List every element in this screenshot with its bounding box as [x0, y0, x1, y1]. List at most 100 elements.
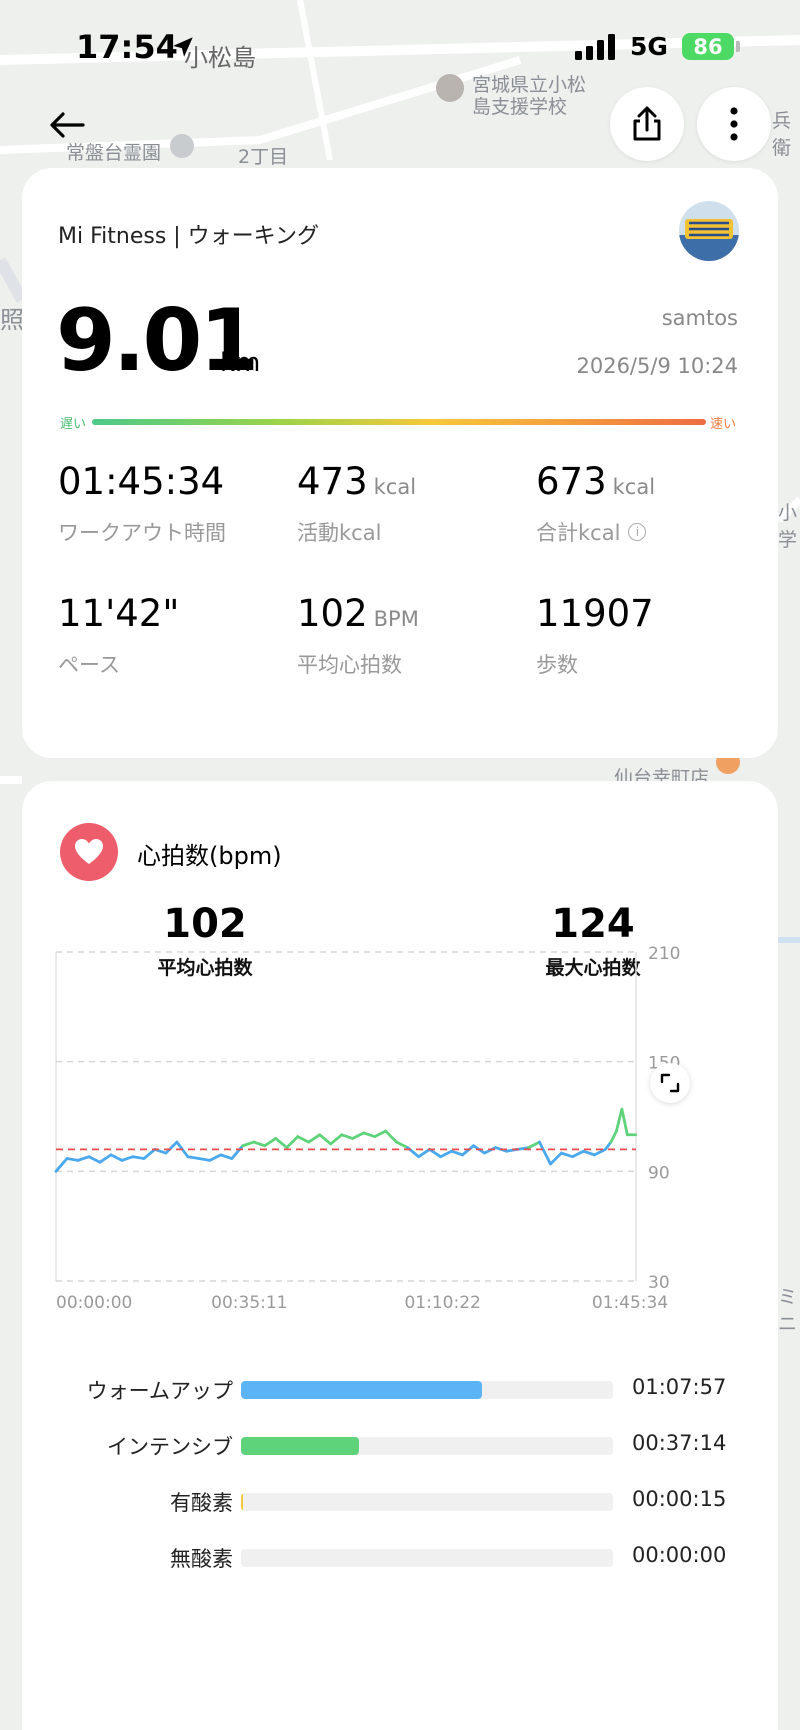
map-label: 兵衛: [772, 110, 792, 159]
back-button[interactable]: [42, 100, 92, 150]
heart-rate-line-segment: [131, 1155, 146, 1160]
expand-icon: [660, 1073, 680, 1093]
heart-rate-line-segment: [549, 1151, 563, 1166]
stat-value: 673: [536, 460, 607, 503]
more-vertical-icon: [730, 107, 738, 141]
zone-label: インテンシブ: [107, 1435, 233, 1459]
zone-track: [241, 1549, 613, 1567]
more-options-button[interactable]: [697, 87, 771, 161]
stat-value-row: 102 BPM: [297, 592, 419, 635]
heart-rate-line-segment: [329, 1133, 344, 1146]
zone-time: 01:07:57: [632, 1375, 727, 1399]
arrow-left-icon: [50, 112, 85, 138]
avatar-image: [679, 201, 739, 261]
heart-rate-line-segment: [318, 1133, 333, 1146]
heart-rate-line-segment: [582, 1149, 596, 1157]
heart-rate-line-segment: [620, 1107, 629, 1137]
y-tick-label: 90: [648, 1163, 670, 1183]
heart-rate-line-segment: [461, 1144, 475, 1157]
stat-unit: kcal: [373, 475, 417, 499]
heart-rate-chart[interactable]: 210150903000:00:0000:35:1101:10:2201:45:…: [22, 781, 778, 1401]
heart-rate-line-segment: [109, 1153, 124, 1162]
stat-label: 歩数: [536, 653, 578, 677]
stat-value-row: 673 kcal: [536, 460, 655, 503]
zone-fill: [241, 1437, 360, 1455]
heart-rate-line-segment: [230, 1144, 245, 1160]
stat-value: 473: [297, 460, 368, 503]
zone-track: [241, 1381, 613, 1399]
y-tick-label: 210: [648, 944, 680, 964]
stat-label: 活動kcal: [297, 521, 382, 545]
heart-rate-line-segment: [373, 1129, 388, 1139]
share-icon: [633, 106, 661, 141]
stat-total-kcal: 673 kcal 合計kcal i: [536, 460, 655, 547]
zone-label: ウォームアップ: [86, 1379, 233, 1403]
stat-value-row: 01:45:34: [58, 460, 226, 503]
heart-rate-line-segment: [219, 1153, 234, 1160]
zone-track: [241, 1493, 613, 1511]
heart-rate-line-segment: [263, 1137, 278, 1148]
map-label: 2丁目: [238, 146, 289, 168]
stat-value: 11907: [536, 592, 654, 635]
stat-unit: BPM: [373, 607, 419, 631]
zone-fill: [241, 1493, 243, 1511]
share-button[interactable]: [610, 87, 684, 161]
workout-summary-card: Mi Fitness | ウォーキング 9.01 km samtos 2026/…: [22, 168, 778, 758]
heart-rate-line-segment: [483, 1146, 497, 1155]
stat-active-kcal: 473 kcal 活動kcal: [297, 460, 416, 547]
stat-value-row: 11'42": [58, 592, 179, 635]
map-label: 照: [0, 306, 24, 334]
zone-label: 有酸素: [170, 1491, 233, 1515]
stat-label: 合計kcal: [536, 521, 621, 545]
heart-rate-card: 心拍数(bpm) 102 平均心拍数 124 最大心拍数 21015090300…: [22, 781, 778, 1730]
username: samtos: [661, 306, 738, 330]
heart-rate-line-segment: [614, 1107, 624, 1133]
battery-icon: 86: [682, 33, 734, 60]
heart-rate-line-segment: [417, 1147, 431, 1159]
map-label: 島支援学校: [472, 96, 568, 118]
distance-unit: km: [220, 348, 261, 378]
workout-datetime: 2026/5/9 10:24: [576, 354, 738, 378]
stat-value: 01:45:34: [58, 460, 225, 503]
stat-label: 平均心拍数: [297, 653, 402, 677]
heart-rate-line-segment: [560, 1151, 574, 1159]
status-bar: 17:54 5G 86: [0, 0, 800, 96]
heart-rate-line-segment: [609, 1129, 618, 1144]
zone-row-aerobic: 有酸素 00:00:15: [22, 1481, 778, 1521]
stat-unit: kcal: [612, 475, 656, 499]
stat-label: ワークアウト時間: [58, 521, 226, 545]
speed-fast-label: 速い: [710, 417, 737, 432]
stat-steps: 11907 歩数: [536, 592, 654, 679]
heart-rate-line-segment: [538, 1140, 552, 1166]
speed-gradient-bar: [92, 419, 706, 425]
heart-rate-line-segment: [450, 1149, 464, 1157]
heart-rate-line-segment: [274, 1137, 289, 1149]
info-icon[interactable]: i: [628, 523, 647, 541]
heart-rate-line-segment: [362, 1131, 377, 1139]
x-tick-label: 00:00:00: [56, 1293, 132, 1313]
heart-rate-line-segment: [54, 1157, 69, 1173]
heart-rate-line-segment: [395, 1140, 410, 1149]
heart-rate-line-segment: [428, 1147, 442, 1159]
heart-rate-line-segment: [208, 1153, 223, 1162]
avatar[interactable]: [679, 201, 739, 261]
stat-value-row: 473 kcal: [297, 460, 416, 503]
heart-rate-line-segment: [186, 1155, 201, 1160]
stat-avg-heart-rate: 102 BPM 平均心拍数: [297, 592, 419, 679]
stat-value-row: 11907: [536, 592, 654, 635]
map-label: 小学: [778, 502, 798, 551]
battery-tip: [736, 41, 740, 52]
heart-rate-line-segment: [439, 1149, 453, 1159]
stat-workout-time: 01:45:34 ワークアウト時間: [58, 460, 226, 547]
zone-label: 無酸素: [170, 1547, 233, 1571]
zone-fill: [241, 1381, 483, 1399]
heart-rate-line-segment: [197, 1157, 212, 1162]
stat-value: 11'42": [58, 592, 180, 635]
heart-rate-line-segment: [296, 1135, 311, 1144]
heart-rate-line-segment: [76, 1155, 91, 1162]
zone-row-anaerobic: 無酸素 00:00:00: [22, 1537, 778, 1577]
expand-chart-button[interactable]: [650, 1063, 690, 1103]
location-arrow-icon: [170, 34, 196, 64]
map-label: ミニ: [778, 1286, 798, 1335]
zone-time: 00:00:00: [632, 1543, 727, 1567]
